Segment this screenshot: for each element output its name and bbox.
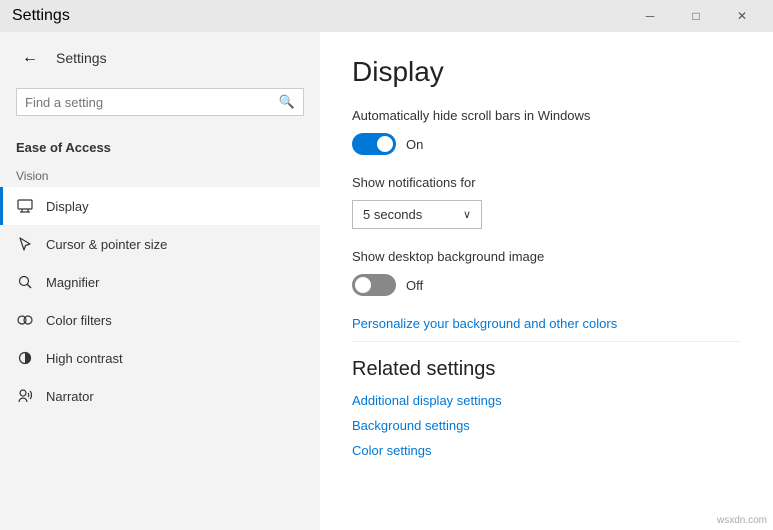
nav-label-cursor: Cursor & pointer size	[46, 237, 167, 252]
nav-item-magnifier[interactable]: Magnifier	[0, 263, 320, 301]
vision-label: Vision	[0, 163, 320, 187]
sidebar-app-title: Settings	[56, 50, 107, 66]
chevron-down-icon: ∨	[463, 208, 471, 221]
display-icon	[16, 197, 34, 215]
maximize-button[interactable]: □	[673, 0, 719, 32]
toggle1[interactable]	[352, 133, 396, 155]
sidebar: ← Settings 🔍 Ease of Access Vision Displ…	[0, 32, 320, 530]
titlebar-controls: ─ □ ✕	[627, 0, 765, 32]
toggle1-label: On	[406, 137, 423, 152]
related-link-3[interactable]: Color settings	[352, 443, 741, 458]
toggle1-knob	[377, 136, 393, 152]
cursor-icon	[16, 235, 34, 253]
app-body: ← Settings 🔍 Ease of Access Vision Displ…	[0, 32, 773, 530]
nav-item-high-contrast[interactable]: High contrast	[0, 339, 320, 377]
search-icon: 🔍	[279, 94, 295, 110]
toggle2-label: Off	[406, 278, 423, 293]
minimize-button[interactable]: ─	[627, 0, 673, 32]
titlebar-left: Settings	[12, 7, 70, 25]
sidebar-header: ← Settings	[0, 32, 320, 84]
high-contrast-icon	[16, 349, 34, 367]
search-input[interactable]	[25, 95, 273, 110]
related-header: Related settings	[352, 358, 741, 381]
nav-item-narrator[interactable]: Narrator	[0, 377, 320, 415]
nav-label-display: Display	[46, 199, 89, 214]
nav-item-display[interactable]: Display	[0, 187, 320, 225]
section-title: Ease of Access	[0, 132, 320, 163]
content-panel: Display Automatically hide scroll bars i…	[320, 32, 773, 530]
magnifier-icon	[16, 273, 34, 291]
close-button[interactable]: ✕	[719, 0, 765, 32]
toggle2[interactable]	[352, 274, 396, 296]
dropdown-value: 5 seconds	[363, 207, 422, 222]
nav-label-color-filters: Color filters	[46, 313, 112, 328]
notifications-dropdown[interactable]: 5 seconds ∨	[352, 200, 482, 229]
nav-item-color-filters[interactable]: Color filters	[0, 301, 320, 339]
nav-label-magnifier: Magnifier	[46, 275, 99, 290]
titlebar: Settings ─ □ ✕	[0, 0, 773, 32]
toggle2-row: Off	[352, 274, 741, 296]
related-link-2[interactable]: Background settings	[352, 418, 741, 433]
setting1-label: Automatically hide scroll bars in Window…	[352, 108, 741, 123]
narrator-icon	[16, 387, 34, 405]
nav-label-high-contrast: High contrast	[46, 351, 123, 366]
color-filters-icon	[16, 311, 34, 329]
search-box[interactable]: 🔍	[16, 88, 304, 116]
toggle1-row: On	[352, 133, 741, 155]
titlebar-title: Settings	[12, 7, 70, 25]
divider	[352, 341, 741, 342]
toggle2-knob	[355, 277, 371, 293]
dropdown-row: Show notifications for 5 seconds ∨	[352, 175, 741, 229]
setting3-label: Show desktop background image	[352, 249, 741, 264]
back-button[interactable]: ←	[16, 44, 44, 72]
page-title: Display	[352, 56, 741, 88]
related-link-1[interactable]: Additional display settings	[352, 393, 741, 408]
nav-label-narrator: Narrator	[46, 389, 94, 404]
personalize-link[interactable]: Personalize your background and other co…	[352, 316, 741, 331]
nav-item-cursor[interactable]: Cursor & pointer size	[0, 225, 320, 263]
back-icon: ←	[22, 49, 38, 67]
setting2-label: Show notifications for	[352, 175, 741, 190]
